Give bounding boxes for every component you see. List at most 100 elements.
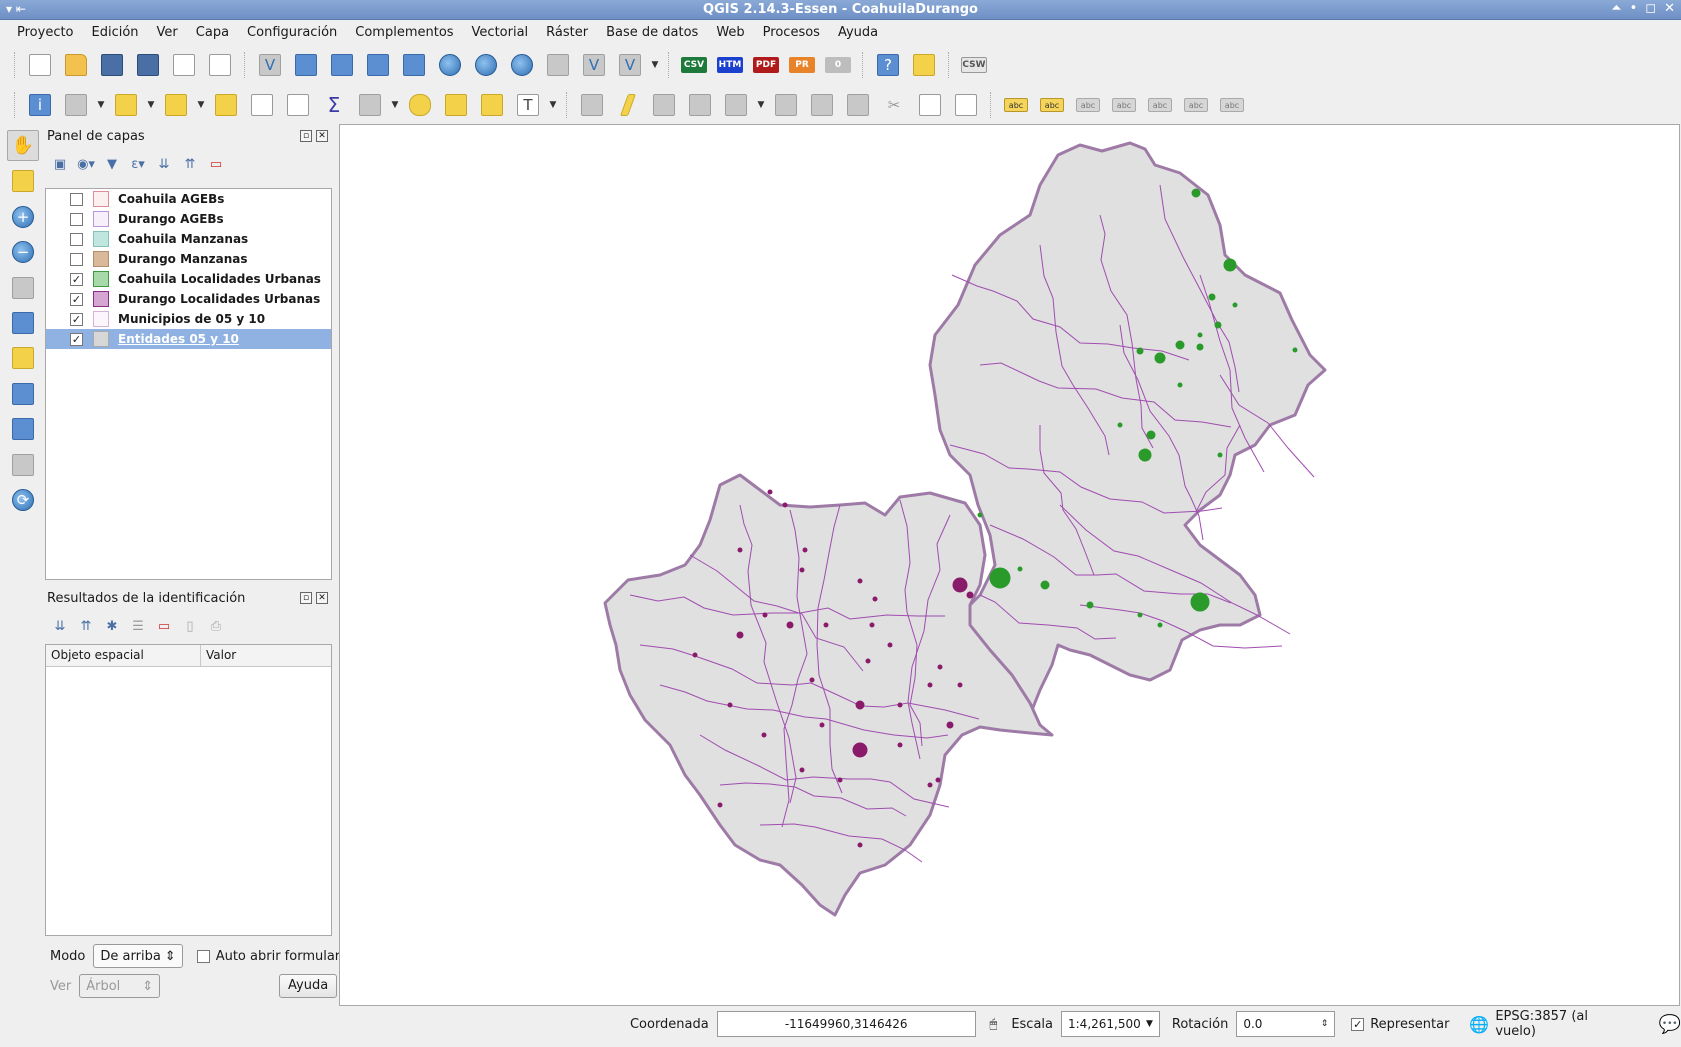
- zoom-actual-size-button[interactable]: [7, 272, 39, 303]
- move-feature-button[interactable]: [770, 89, 802, 121]
- menu-configuracion[interactable]: Configuración: [238, 23, 346, 42]
- statistical-summary-button[interactable]: Σ: [318, 89, 350, 121]
- layer-row[interactable]: ✓ Municipios de 05 y 10: [46, 309, 331, 329]
- layer-visibility-checkbox[interactable]: ✓: [70, 332, 83, 346]
- layer-row[interactable]: ✓ Durango Localidades Urbanas: [46, 289, 331, 309]
- expand-new-icon[interactable]: ✱: [102, 616, 122, 636]
- layer-row[interactable]: ✓ Entidades 05 y 10: [46, 329, 331, 349]
- layer-visibility-checkbox[interactable]: ✓: [70, 292, 83, 306]
- menu-ayuda[interactable]: Ayuda: [829, 23, 887, 42]
- layer-visibility-checkbox[interactable]: [70, 232, 83, 246]
- menu-capa[interactable]: Capa: [187, 23, 238, 42]
- coahuila-state[interactable]: [928, 141, 1327, 717]
- deselect-all-button[interactable]: [210, 89, 242, 121]
- text-annotation-button[interactable]: T: [512, 89, 544, 121]
- menu-edicion[interactable]: Edición: [83, 23, 148, 42]
- save-edits-button[interactable]: [648, 89, 680, 121]
- add-wcs-layer-button[interactable]: [470, 49, 502, 81]
- globe-icon[interactable]: 🌐: [1469, 1015, 1489, 1034]
- shade-icon[interactable]: ⏶: [1611, 1, 1621, 16]
- toggle-editing-button[interactable]: [612, 89, 644, 121]
- help-button[interactable]: ?: [872, 49, 904, 81]
- zoom-to-layer-button[interactable]: [7, 378, 39, 409]
- menu-ver[interactable]: Ver: [148, 23, 187, 42]
- remove-layer-icon[interactable]: ▭: [206, 154, 226, 174]
- results-tree[interactable]: Objeto espacial Valor: [45, 644, 332, 936]
- float-panel-icon[interactable]: ▫: [300, 130, 312, 142]
- menu-proyecto[interactable]: Proyecto: [8, 23, 83, 42]
- layer-diagram-button[interactable]: abc: [1036, 89, 1068, 121]
- layer-visibility-checkbox[interactable]: [70, 192, 83, 206]
- select-by-expression-button[interactable]: [160, 89, 192, 121]
- composer-manager-button[interactable]: [204, 49, 236, 81]
- eye-icon[interactable]: ◉▾: [76, 154, 96, 174]
- float-panel-icon[interactable]: ▫: [300, 592, 312, 604]
- add-wms-layer-button[interactable]: [434, 49, 466, 81]
- current-edits-button[interactable]: [576, 89, 608, 121]
- action-button[interactable]: [60, 89, 92, 121]
- node-tool-button[interactable]: [720, 89, 752, 121]
- zoom-full-button[interactable]: [7, 307, 39, 338]
- cut-features-button[interactable]: ✂: [878, 89, 910, 121]
- export-htm-button[interactable]: HTM: [714, 49, 746, 81]
- chevron-down-icon[interactable]: ▼: [650, 60, 660, 70]
- messages-icon[interactable]: 💬: [1659, 1014, 1681, 1035]
- col-objeto-espacial[interactable]: Objeto espacial: [46, 645, 201, 666]
- collapse-tree-icon[interactable]: ⇈: [76, 616, 96, 636]
- close-panel-icon[interactable]: ✕: [316, 130, 328, 142]
- identify-button[interactable]: i: [24, 89, 56, 121]
- filter-expression-icon[interactable]: ε▾: [128, 154, 148, 174]
- rotate-label-button[interactable]: abc: [1180, 89, 1212, 121]
- pan-map-button[interactable]: ✋: [7, 130, 39, 162]
- map-canvas[interactable]: [339, 124, 1680, 1006]
- new-print-composer-button[interactable]: [168, 49, 200, 81]
- open-form-icon[interactable]: ☰: [128, 616, 148, 636]
- menu-web[interactable]: Web: [707, 23, 753, 42]
- help-button[interactable]: Ayuda: [279, 974, 338, 998]
- add-virtual-layer-button[interactable]: V: [578, 49, 610, 81]
- add-spatialite-layer-button[interactable]: [362, 49, 394, 81]
- map-tips-button[interactable]: [404, 89, 436, 121]
- add-delimited-text-button[interactable]: [542, 49, 574, 81]
- mode-select[interactable]: De arriba ⇕: [93, 944, 183, 968]
- show-bookmarks-button[interactable]: [476, 89, 508, 121]
- collapse-all-icon[interactable]: ⇈: [180, 154, 200, 174]
- open-project-button[interactable]: [60, 49, 92, 81]
- copy-features-button[interactable]: [914, 89, 946, 121]
- pin-labels-button[interactable]: abc: [1072, 89, 1104, 121]
- add-wfs-layer-button[interactable]: [506, 49, 538, 81]
- move-label-button[interactable]: abc: [1144, 89, 1176, 121]
- add-feature-button[interactable]: [684, 89, 716, 121]
- zero-button[interactable]: 0: [822, 49, 854, 81]
- coordinate-field[interactable]: -11649960,3146426: [716, 1011, 976, 1037]
- zoom-to-selection-button[interactable]: [7, 343, 39, 374]
- select-features-button[interactable]: [110, 89, 142, 121]
- change-label-button[interactable]: abc: [1216, 89, 1248, 121]
- minimize-icon[interactable]: •: [1630, 1, 1638, 16]
- add-raster-layer-button[interactable]: [290, 49, 322, 81]
- auto-open-checkbox[interactable]: [196, 949, 210, 963]
- menu-base-de-datos[interactable]: Base de datos: [597, 23, 707, 42]
- zoom-next-button[interactable]: [7, 449, 39, 480]
- layer-visibility-checkbox[interactable]: [70, 252, 83, 266]
- chevron-down-icon[interactable]: ▼: [196, 100, 206, 110]
- rotation-spinbox[interactable]: 0.0 ⇕: [1236, 1011, 1336, 1037]
- col-valor[interactable]: Valor: [201, 645, 241, 666]
- export-pdf-button[interactable]: PDF: [750, 49, 782, 81]
- layer-row[interactable]: Durango Manzanas: [46, 249, 331, 269]
- new-bookmark-button[interactable]: [440, 89, 472, 121]
- coordinate-toggle-button[interactable]: 🖱: [984, 1012, 1004, 1036]
- copy-feature-icon[interactable]: ▯: [180, 616, 200, 636]
- chevron-down-icon[interactable]: ▼: [146, 100, 156, 110]
- scale-combobox[interactable]: 1:4,261,500 ▼: [1061, 1011, 1160, 1037]
- menu-raster[interactable]: Ráster: [537, 23, 597, 42]
- chevron-down-icon[interactable]: ▼: [548, 100, 558, 110]
- node-editor-button[interactable]: [806, 89, 838, 121]
- save-as-button[interactable]: [132, 49, 164, 81]
- expand-tree-icon[interactable]: ⇊: [50, 616, 70, 636]
- crs-label[interactable]: EPSG:3857 (al vuelo): [1495, 1009, 1630, 1039]
- metasearch-button[interactable]: CSW: [958, 49, 990, 81]
- chevron-down-icon[interactable]: ▼: [756, 100, 766, 110]
- view-select[interactable]: Árbol ⇕: [79, 974, 161, 998]
- menu-complementos[interactable]: Complementos: [346, 23, 462, 42]
